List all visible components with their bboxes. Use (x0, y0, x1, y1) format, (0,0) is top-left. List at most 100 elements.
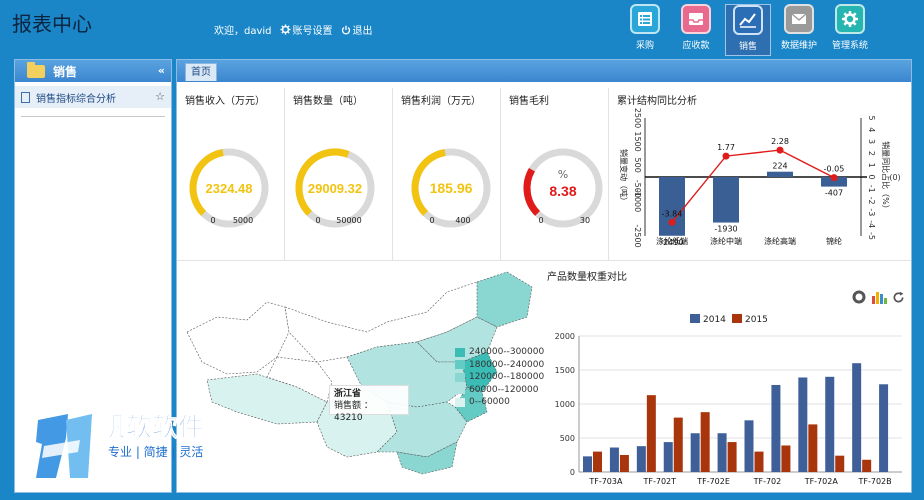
yoy-left-tick: 1500 (633, 131, 642, 151)
legend-label: 180000--240000 (469, 359, 545, 370)
bar-mark (808, 424, 818, 472)
list-icon (638, 12, 652, 26)
legend-item[interactable]: 180000--240000 (455, 359, 544, 372)
gauge-card-quantity: 销售数量（吨） 29009.32 0 50000 (285, 88, 391, 260)
yoy-line-label: 1.77 (717, 143, 735, 152)
yoy-left-axis-label: 销量变动（吨） (619, 149, 629, 205)
refresh-icon[interactable] (892, 291, 905, 304)
collapse-sidebar-button[interactable]: « (158, 64, 165, 77)
tooltip-value: 43210 (334, 413, 363, 423)
yoy-bar (713, 177, 739, 223)
sidebar-item-sales-analysis[interactable]: 销售指标综合分析 ☆ (15, 86, 171, 108)
bar-chart: 2014 2015 2000 1500 1000 500 0 TF-703A TF-702T TF… (555, 314, 902, 486)
nav-data-maintenance-label: 数据维护 (780, 41, 817, 51)
nav-purchase-icon-box (630, 4, 660, 34)
bar-legend-swatch (732, 314, 742, 323)
bar-legend-label: 2015 (745, 315, 768, 325)
watermark-tagline: 专业 | 简捷 | 灵活 (108, 444, 203, 459)
bar-y-tick: 500 (560, 434, 575, 443)
yoy-category-label: 涤纶高端 (764, 236, 796, 246)
yoy-right-tick: -2 (867, 197, 876, 205)
yoy-bar (767, 171, 793, 177)
sidebar-divider (21, 116, 165, 117)
bar-mark (673, 417, 683, 472)
nav-admin[interactable]: 管理系统 (825, 4, 875, 56)
user-welcome: 欢迎，david 账号设置 退出 (214, 22, 373, 37)
gauge-card-margin: 销售毛利 % 8.38 0 30 (501, 88, 607, 260)
bar-x-tick: TF-702 (753, 477, 782, 486)
bar-mark (862, 459, 872, 472)
bar-mark (593, 451, 602, 472)
nav-purchase-label: 采购 (635, 41, 654, 51)
document-icon (21, 91, 30, 103)
yoy-line (671, 149, 835, 223)
bar-mark (700, 412, 710, 472)
yoy-line-point (776, 146, 784, 154)
gauge-card-profit: 销售利润（万元） 185.96 0 400 (393, 88, 499, 260)
nav-receivables-label: 应收款 (682, 41, 710, 51)
bar-mark (583, 456, 592, 472)
yoy-line-point (830, 174, 838, 182)
yoy-bar-label: -1930 (714, 225, 737, 234)
account-settings-link[interactable]: 账号设置 (279, 22, 333, 37)
nav-data-maintenance[interactable]: 数据维护 (774, 4, 824, 56)
favorite-star-icon[interactable]: ☆ (155, 90, 165, 103)
gauge-revenue: 2324.48 0 5000 (189, 148, 269, 228)
yoy-right-zero: (0) (889, 173, 900, 182)
yoy-chart: 25001500500-500-1000-2500销量变动（吨）543210-1… (619, 108, 901, 248)
gauge-title: 销售利润（万元） (401, 96, 481, 107)
account-settings-label: 账号设置 (292, 26, 333, 37)
bar-mark (798, 377, 808, 472)
yoy-right-tick: -5 (867, 232, 876, 240)
bar-y-tick: 1000 (555, 400, 575, 409)
legend-label: 120000--180000 (469, 372, 545, 383)
legend-item[interactable]: 0--60000 (455, 396, 544, 409)
yoy-left-tick: -1000 (633, 189, 642, 212)
gauge-max: 400 (455, 216, 470, 225)
top-bar: 报表中心 欢迎，david 账号设置 退出 采购 应收款 销售 数据维护 管理系… (0, 0, 924, 58)
gauge-min: 0 (315, 216, 320, 225)
tooltip-title: 浙江省 (334, 389, 362, 399)
bar-y-tick: 2000 (555, 332, 575, 341)
bar-mark (852, 363, 862, 472)
tab-home[interactable]: 首页 (185, 63, 217, 81)
ring-chart-icon[interactable] (852, 290, 866, 304)
logout-label: 退出 (352, 26, 373, 37)
gear-icon (279, 24, 291, 35)
bar-mark (879, 384, 889, 472)
legend-item[interactable]: 60000--120000 (455, 384, 544, 397)
yoy-right-tick: 1 (867, 163, 876, 168)
gauge-value: 8.38 (549, 183, 576, 199)
bar-chart-title: 产品数量权重对比 (547, 272, 627, 283)
watermark-brand: 帆软软件 (100, 413, 204, 443)
bar-mark (825, 376, 835, 472)
sidebar-title: 销售 (53, 64, 78, 79)
legend-swatch (455, 347, 465, 357)
nav-receivables[interactable]: 应收款 (671, 4, 721, 56)
yoy-right-tick: 3 (867, 139, 876, 144)
bar-chart-icon[interactable] (871, 290, 887, 304)
sidebar-header: 销售 « (15, 60, 171, 82)
yoy-left-tick: 500 (633, 158, 642, 173)
row-divider (177, 260, 911, 261)
gauge-title: 销售数量（吨） (293, 96, 363, 107)
gauge-max: 50000 (336, 216, 361, 225)
legend-item[interactable]: 240000--300000 (455, 346, 544, 359)
legend-item[interactable]: 120000--180000 (455, 371, 544, 384)
main-content: 首页 销售收入（万元） 2324.48 0 5000 销售数量（吨） 29009… (176, 59, 912, 493)
logout-link[interactable]: 退出 (341, 22, 373, 37)
yoy-line-point (722, 152, 730, 160)
nav-sales[interactable]: 销售 (725, 4, 771, 56)
yoy-category-label: 涤纶低端 (656, 236, 688, 246)
nav-sales-label: 销售 (738, 42, 757, 52)
bar-mark (771, 384, 781, 472)
gauge-profit: 185.96 0 400 (411, 148, 491, 228)
bar-mark (727, 442, 737, 472)
nav-purchase[interactable]: 采购 (620, 4, 670, 56)
map-region-northeast (476, 271, 533, 328)
tooltip-label: 销售额 (334, 401, 362, 411)
fanruan-watermark-logo: 帆软软件 专业 | 简捷 | 灵活 (36, 413, 204, 478)
yoy-line-label: -3.84 (662, 209, 683, 218)
legend-swatch (455, 385, 465, 395)
folder-icon (27, 61, 45, 78)
